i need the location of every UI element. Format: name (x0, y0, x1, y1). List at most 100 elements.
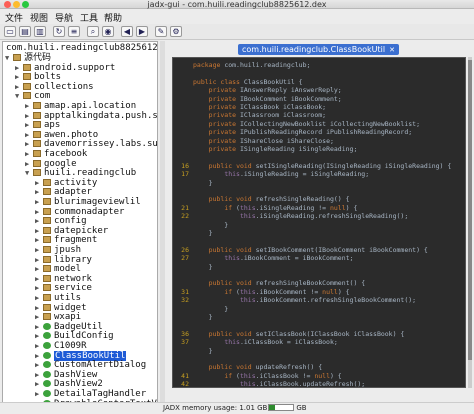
collapsed-arrow-icon[interactable]: ▶ (25, 130, 33, 140)
code-editor[interactable]: package com.huili.readingclub; public cla… (172, 57, 466, 388)
code-scroll-thumb[interactable] (468, 60, 472, 360)
tree-item[interactable]: ▶ facebook (25, 149, 87, 159)
collapsed-arrow-icon[interactable]: ▶ (35, 178, 43, 188)
tree-item[interactable]: ▶ jpush (35, 245, 81, 255)
collapsed-arrow-icon[interactable]: ▶ (35, 255, 43, 265)
collapsed-arrow-icon[interactable]: ▶ (35, 331, 43, 341)
menu-tools[interactable]: 工具 (80, 11, 98, 24)
collapsed-arrow-icon[interactable]: ▶ (35, 235, 43, 245)
collapsed-arrow-icon[interactable]: ▶ (35, 312, 43, 322)
tree-item[interactable]: ▶ DashView2 (35, 379, 103, 389)
tree-item[interactable]: ▶ activity (35, 178, 97, 188)
collapsed-arrow-icon[interactable]: ▶ (35, 379, 43, 389)
tree-item[interactable]: ▶ ClassBookUtil (35, 350, 127, 361)
save-icon[interactable]: ▤ (19, 26, 31, 37)
collapsed-arrow-icon[interactable]: ▶ (35, 187, 43, 197)
collapsed-arrow-icon[interactable]: ▶ (25, 111, 33, 121)
expanded-arrow-icon[interactable]: ▼ (5, 53, 13, 63)
menu-help[interactable]: 帮助 (104, 11, 122, 24)
collapsed-arrow-icon[interactable]: ▶ (35, 370, 43, 380)
tree-item[interactable]: ▶ widget (35, 303, 87, 313)
collapsed-arrow-icon[interactable]: ▶ (25, 149, 33, 159)
close-window-button[interactable] (4, 1, 11, 8)
tree-item[interactable]: ▶ service (35, 283, 92, 293)
collapsed-arrow-icon[interactable]: ▶ (25, 159, 33, 169)
tree-item[interactable]: ▶ DashView (35, 370, 97, 380)
collapsed-arrow-icon[interactable]: ▶ (35, 264, 43, 274)
tab-close-icon[interactable]: ✕ (389, 46, 395, 54)
tree-item[interactable]: ▶ blurimageviewlil (35, 197, 141, 207)
tree-item[interactable]: ▶ C1009R (35, 341, 87, 351)
log-icon[interactable]: ✎ (155, 26, 167, 37)
collapsed-arrow-icon[interactable]: ▶ (35, 216, 43, 226)
menu-file[interactable]: 文件 (5, 11, 23, 24)
tree-item[interactable]: ▶ commonadapter (35, 207, 124, 217)
collapsed-arrow-icon[interactable]: ▶ (35, 245, 43, 255)
collapsed-arrow-icon[interactable]: ▶ (35, 360, 43, 370)
collapsed-arrow-icon[interactable]: ▶ (35, 283, 43, 293)
tree-item[interactable]: ▶ BuildConfig (35, 331, 114, 341)
tree-item[interactable]: ▼ 源代码 (5, 53, 51, 63)
collapsed-arrow-icon[interactable]: ▶ (35, 207, 43, 217)
tree-item[interactable]: ▶ library (35, 255, 92, 265)
tree-item[interactable]: ▶ model (35, 264, 81, 274)
collapsed-arrow-icon[interactable]: ▶ (35, 389, 43, 399)
collapsed-arrow-icon[interactable]: ▶ (35, 293, 43, 303)
collapsed-arrow-icon[interactable]: ▶ (15, 63, 23, 73)
tree-item[interactable]: ▶ aps (25, 120, 60, 130)
expanded-arrow-icon[interactable]: ▼ (15, 91, 23, 101)
menu-view[interactable]: 视图 (30, 11, 48, 24)
save-all-icon[interactable]: ▥ (34, 26, 46, 37)
collapsed-arrow-icon[interactable]: ▶ (35, 197, 43, 207)
tree-item[interactable]: ▶ BadgeUtil (35, 322, 103, 332)
collapsed-arrow-icon[interactable]: ▶ (25, 139, 33, 149)
tree-item[interactable]: ▶ DetailaTagHandler (35, 389, 146, 399)
tree-item[interactable]: ▶ fragment (35, 235, 97, 245)
tree-item[interactable]: ▶ CustomAlertDialog (35, 360, 146, 370)
tree-vertical-scrollbar[interactable] (160, 41, 165, 403)
class-icon (43, 380, 51, 388)
tree-item[interactable]: ▶ google (25, 159, 77, 169)
collapsed-arrow-icon[interactable]: ▶ (35, 341, 43, 351)
file-tree[interactable]: com.huili.readingclub8825612.de ▼ 源代码 ▶ and… (2, 41, 158, 403)
tree-item[interactable]: ▶ datepicker (35, 226, 108, 236)
zoom-window-button[interactable] (22, 1, 29, 8)
tree-item[interactable]: ▶ apptalkingdata.push.serv (25, 111, 157, 121)
collapsed-arrow-icon[interactable]: ▶ (25, 120, 33, 130)
open-icon[interactable]: ▭ (4, 26, 16, 37)
forward-icon[interactable]: ▶ (136, 26, 148, 37)
flatten-icon[interactable]: ≡ (68, 26, 80, 37)
tree-item[interactable]: ▶ collections (15, 82, 94, 92)
collapsed-arrow-icon[interactable]: ▶ (15, 72, 23, 82)
tree-item[interactable]: ▶ bolts (15, 72, 61, 82)
tree-item[interactable]: ▶ android.support (15, 63, 115, 73)
collapsed-arrow-icon[interactable]: ▶ (35, 274, 43, 284)
search-icon[interactable]: ⌕ (87, 26, 99, 37)
minimize-window-button[interactable] (13, 1, 20, 8)
tab-classbookutil[interactable]: com.huili.readingclub.ClassBookUtil ✕ (238, 44, 399, 55)
prefs-icon[interactable]: ⚙ (170, 26, 182, 37)
expanded-arrow-icon[interactable]: ▼ (25, 168, 33, 178)
sync-icon[interactable]: ↻ (53, 26, 65, 37)
tree-item[interactable]: ▼ com (15, 91, 50, 101)
collapsed-arrow-icon[interactable]: ▶ (35, 322, 43, 332)
tree-root[interactable]: com.huili.readingclub8825612.de (6, 43, 157, 53)
tree-item[interactable]: ▶ adapter (35, 187, 92, 197)
code-text: } (193, 178, 213, 187)
collapsed-arrow-icon[interactable]: ▶ (35, 226, 43, 236)
tree-item[interactable]: ▶ wxapi (35, 312, 81, 322)
collapsed-arrow-icon[interactable]: ▶ (35, 303, 43, 313)
collapsed-arrow-icon[interactable]: ▶ (35, 351, 43, 361)
tree-item[interactable]: ▶ davemorrissey.labs.subsc (25, 139, 157, 149)
tree-item[interactable]: ▶ awen.photo (25, 130, 98, 140)
tree-item[interactable]: ▶ utils (35, 293, 81, 303)
tree-item[interactable]: ▶ network (35, 274, 92, 284)
tree-item[interactable]: ▶ config (35, 216, 87, 226)
collapsed-arrow-icon[interactable]: ▶ (15, 82, 23, 92)
find-class-icon[interactable]: ◉ (102, 26, 114, 37)
tree-item[interactable]: ▼ huili.readingclub (25, 168, 136, 178)
tree-item[interactable]: ▶ amap.api.location (25, 101, 136, 111)
menu-navigation[interactable]: 导航 (55, 11, 73, 24)
back-icon[interactable]: ◀ (121, 26, 133, 37)
collapsed-arrow-icon[interactable]: ▶ (25, 101, 33, 111)
